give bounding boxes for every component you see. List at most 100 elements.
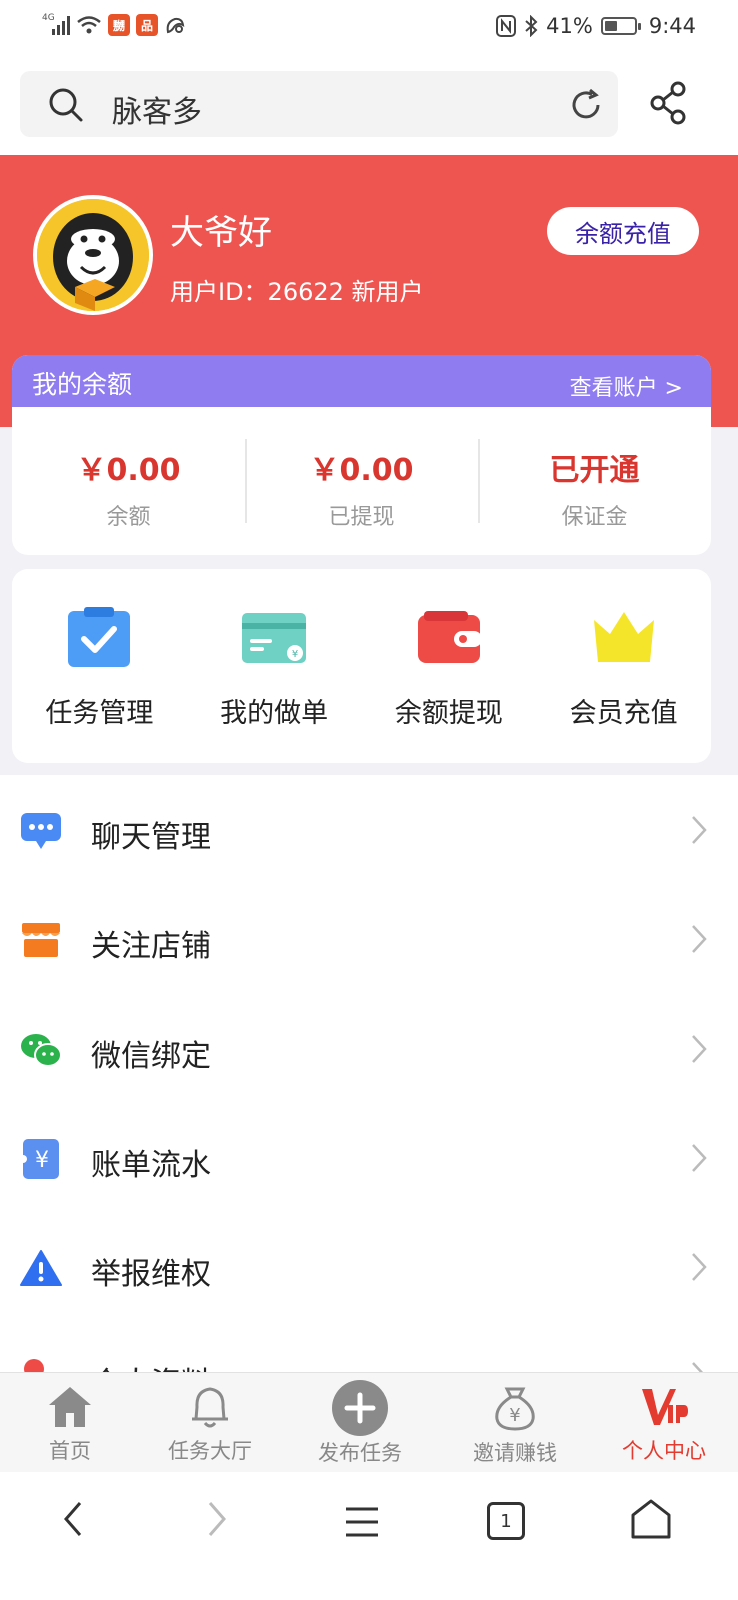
withdrawn-item[interactable]: ￥0.00 已提现: [245, 407, 478, 555]
nfc-icon: [496, 15, 517, 37]
withdrawn-value: ￥0.00: [309, 453, 414, 488]
withdrawn-label: 已提现: [328, 505, 395, 530]
tab-label: 任务大厅: [168, 1439, 252, 1463]
wallet-icon: [417, 611, 482, 663]
vip-icon: [642, 1389, 688, 1425]
back-button[interactable]: [62, 1500, 84, 1542]
warning-icon: [20, 1250, 62, 1287]
task-management-button[interactable]: 任务管理: [12, 569, 187, 763]
forward-button[interactable]: [206, 1500, 228, 1542]
balance-value: ￥0.00: [76, 453, 181, 488]
svg-text:¥: ¥: [509, 1405, 520, 1426]
battery-icon: [600, 17, 641, 35]
view-account-link[interactable]: 查看账户 >: [570, 370, 683, 402]
crown-icon: [593, 612, 654, 662]
browser-nav-bar: 1: [0, 1472, 738, 1600]
search-icon: [49, 88, 83, 122]
network-type: 4G: [42, 13, 55, 23]
chevron-right-icon: [692, 1253, 707, 1282]
battery-percent: 41%: [546, 14, 593, 38]
deposit-value: 已开通: [549, 453, 640, 488]
menu-item-bills[interactable]: ¥ 账单流水: [0, 1104, 738, 1213]
menu-label: 聊天管理: [91, 820, 211, 855]
menu-item-follow-store[interactable]: 关注店铺: [0, 885, 738, 994]
chevron-right-icon: [692, 925, 707, 954]
menu-label: 微信绑定: [91, 1038, 211, 1074]
tab-invite[interactable]: ¥ 邀请赚钱: [440, 1373, 590, 1472]
balance-item[interactable]: ￥0.00 余额: [12, 407, 245, 555]
tab-label: 首页: [49, 1439, 91, 1463]
action-label: 我的做单: [220, 698, 329, 729]
home-button[interactable]: [630, 1498, 672, 1544]
chevron-left-icon: [64, 1502, 82, 1536]
balance-title: 我的余额: [32, 370, 133, 399]
status-left: 4G 嬲 品: [42, 13, 186, 36]
balance-header: 我的余额 查看账户 >: [12, 355, 711, 407]
bottom-tab-bar: 首页 任务大厅 发布任务 ¥ 邀请赚钱 个人中心: [0, 1372, 738, 1472]
plus-circle-icon: [332, 1380, 388, 1436]
chevron-right-icon: [692, 1144, 707, 1172]
tab-label: 邀请赚钱: [473, 1441, 557, 1465]
search-bar[interactable]: 脉客多: [20, 71, 618, 137]
recharge-button[interactable]: 余额充值: [547, 207, 699, 255]
deposit-label: 保证金: [561, 505, 628, 530]
menu-item-chat[interactable]: 聊天管理: [0, 776, 738, 885]
card-icon: ¥: [242, 613, 307, 663]
clipboard-check-icon: [68, 607, 131, 667]
tabs-button[interactable]: 1: [487, 1502, 525, 1540]
home-icon: [49, 1387, 91, 1427]
user-name: 大爷好: [170, 213, 272, 253]
tab-personal-center[interactable]: 个人中心: [590, 1373, 738, 1472]
chevron-right-icon: [692, 1034, 707, 1063]
tab-label: 发布任务: [318, 1441, 402, 1465]
action-label: 会员充值: [569, 698, 678, 729]
balance-label: 余额: [106, 505, 151, 530]
quick-actions: 任务管理 ¥ 我的做单 余额提现 会员充值: [12, 569, 711, 763]
tab-label: 个人中心: [622, 1439, 706, 1463]
wifi-icon: [77, 16, 101, 34]
menu-label: 举报维权: [91, 1257, 211, 1293]
tab-task-hall[interactable]: 任务大厅: [140, 1373, 280, 1472]
signal-icon: 4G: [42, 13, 70, 35]
money-bag-icon: ¥: [495, 1387, 535, 1431]
deposit-item[interactable]: 已开通 保证金: [478, 407, 711, 555]
tab-publish-task[interactable]: 发布任务: [280, 1373, 440, 1472]
user-id: 用户ID：26622 新用户: [170, 278, 424, 306]
app-notification-icon: 嬲: [108, 14, 130, 36]
withdraw-button[interactable]: 余额提现: [362, 569, 537, 763]
status-right: 41% 9:44: [496, 14, 696, 38]
vip-recharge-button[interactable]: 会员充值: [536, 569, 711, 763]
uc-browser-icon: [166, 17, 185, 34]
menu-icon: [346, 1507, 378, 1537]
menu-item-wechat[interactable]: 微信绑定: [0, 995, 738, 1104]
my-orders-button[interactable]: ¥ 我的做单: [187, 569, 362, 763]
menu-list: 聊天管理 关注店铺 微信绑定 ¥ 账单流水 举报维权: [0, 776, 738, 1432]
menu-item-report[interactable]: 举报维权: [0, 1213, 738, 1322]
refresh-icon[interactable]: [568, 87, 604, 123]
wechat-icon: [21, 1033, 62, 1067]
house-outline-icon: [631, 1499, 671, 1539]
share-icon[interactable]: [648, 80, 688, 126]
action-label: 任务管理: [45, 698, 154, 729]
avatar[interactable]: [33, 195, 153, 315]
tab-home[interactable]: 首页: [0, 1373, 140, 1472]
chevron-right-icon: [208, 1502, 226, 1536]
bell-icon: [192, 1387, 228, 1428]
bluetooth-icon: [525, 15, 538, 37]
menu-label: 关注店铺: [91, 929, 211, 965]
app-notification-icon: 品: [136, 14, 158, 36]
balance-card: 我的余额 查看账户 > ￥0.00 余额 ￥0.00 已提现 已开通 保证金: [12, 355, 711, 555]
status-bar: 4G 嬲 品 41% 9:44: [0, 0, 738, 56]
chat-icon: [21, 813, 61, 849]
store-icon: [22, 923, 60, 958]
search-input[interactable]: 脉客多: [112, 87, 202, 131]
gorilla-avatar-icon: [37, 199, 149, 311]
svg-text:¥: ¥: [292, 649, 298, 660]
clock: 9:44: [648, 14, 696, 38]
svg-text:¥: ¥: [35, 1148, 49, 1173]
tab-count: 1: [500, 1510, 512, 1532]
bill-icon: ¥: [21, 1138, 59, 1179]
menu-button[interactable]: [344, 1506, 380, 1542]
chevron-right-icon: [692, 816, 707, 844]
balance-columns: ￥0.00 余额 ￥0.00 已提现 已开通 保证金: [12, 407, 711, 555]
